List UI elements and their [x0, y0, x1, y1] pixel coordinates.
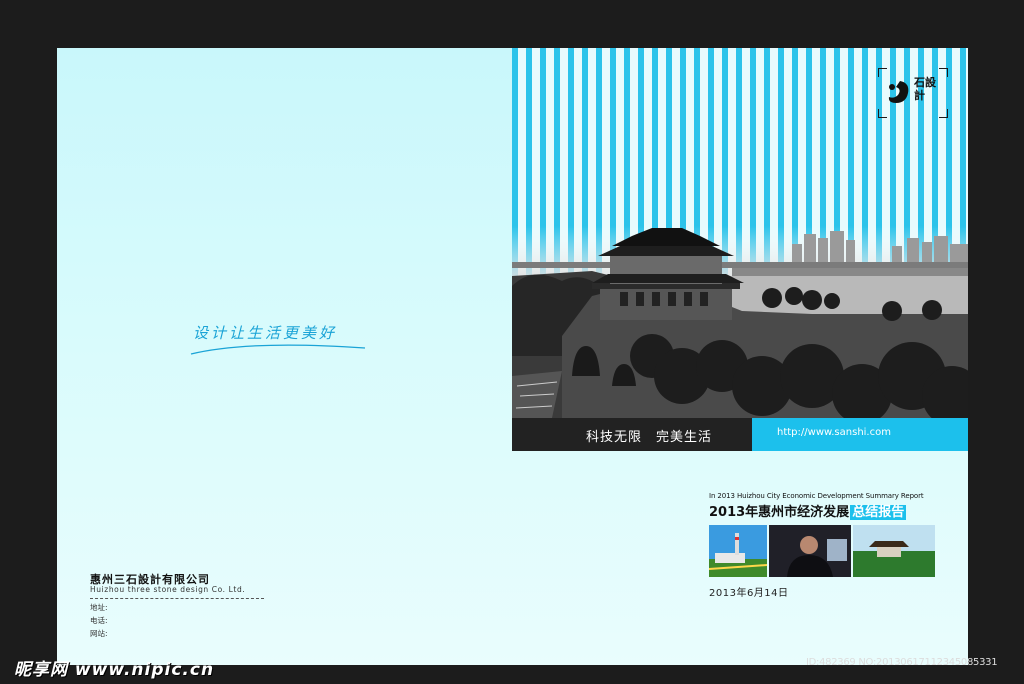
bar-slogan: 科技无限 完美生活: [586, 430, 713, 445]
watermark-left: 昵享网 www.nipic.cn: [14, 660, 215, 680]
report-subtitle: In 2013 Huizhou City Economic Developmen…: [709, 492, 924, 500]
report-thumbnails: [709, 525, 935, 577]
slogan-underline: [190, 344, 366, 355]
website-url: http://www.sanshi.com: [777, 427, 891, 438]
logo-corner: [939, 109, 948, 118]
businessman-thumbnail: [769, 525, 851, 577]
brochure-cover: 石設計 科技无限 完美生活 http://www.sanshi.com 设计让生…: [57, 48, 968, 665]
report-title-main: 2013年惠州市经济发展: [709, 505, 850, 520]
logo-corner: [878, 68, 887, 77]
report-title-highlight: 总结报告: [850, 505, 907, 520]
stone-logo-icon: [888, 81, 909, 103]
logo-corner: [878, 109, 887, 118]
company-name-en: Huizhou three stone design Co. Ltd.: [90, 585, 246, 594]
report-date: 2013年6月14日: [709, 588, 789, 599]
pavilion-thumbnail: [853, 525, 935, 577]
divider: [90, 598, 264, 599]
phone-label: 电话:: [90, 616, 108, 625]
website-label: 网站:: [90, 629, 108, 638]
address-label: 地址:: [90, 603, 108, 612]
brand-logo: 石設計: [878, 68, 948, 118]
logo-text: 石設計: [914, 76, 936, 102]
watermark-right: ID:482369 NO:20130617112345085331: [806, 657, 998, 668]
factory-thumbnail: [709, 525, 768, 577]
url-bar: http://www.sanshi.com: [752, 418, 968, 451]
report-title: 2013年惠州市经济发展 总结报告: [709, 501, 907, 520]
city-gate-photo: [512, 226, 968, 418]
slogan-bar: 科技无限 完美生活: [512, 418, 752, 451]
